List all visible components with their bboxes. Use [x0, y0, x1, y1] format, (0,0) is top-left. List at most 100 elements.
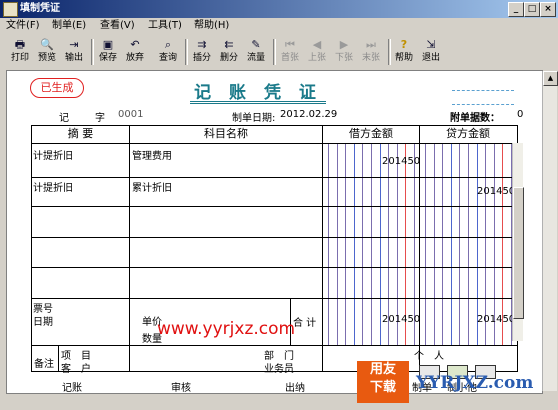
- row-divider: [32, 143, 517, 144]
- person-label: 个 人: [414, 351, 444, 362]
- last-voucher-button[interactable]: ⏭ 末张: [359, 37, 383, 67]
- delete-row-icon: ⇇: [224, 38, 234, 51]
- menu-tools[interactable]: 工具(T): [148, 19, 182, 33]
- first-icon: ⏮: [285, 38, 295, 51]
- last-icon: ⏭: [366, 38, 376, 51]
- pencil-icon: ✎: [251, 38, 261, 51]
- ruling-line: [450, 143, 452, 345]
- minimize-button[interactable]: _: [508, 2, 524, 17]
- row-divider: [32, 298, 517, 299]
- attach-label: 附单据数：: [450, 113, 500, 124]
- print-icon: 🖶: [14, 38, 26, 51]
- col-header-debit: 借方金额: [349, 127, 393, 140]
- delete-entry-button[interactable]: ⇇ 删分: [217, 37, 241, 67]
- voucher-date[interactable]: 2012.02.29: [280, 109, 337, 120]
- scroll-up-icon[interactable]: ▲: [543, 71, 558, 86]
- save-icon: ▣: [102, 38, 114, 51]
- toolbar-separator: [273, 39, 276, 65]
- next-icon: ▶: [339, 38, 349, 51]
- print-button[interactable]: 🖶 打印: [8, 37, 32, 67]
- entry-summary[interactable]: 计提折旧: [33, 147, 73, 162]
- preview-icon: 🔍: [40, 38, 54, 51]
- discard-button[interactable]: ↶ 放弃: [123, 37, 147, 67]
- status-badge: 已生成: [30, 78, 84, 98]
- customer-label: 客 户: [61, 364, 91, 375]
- row-divider: [32, 177, 517, 178]
- exit-button[interactable]: ⇲ 退出: [419, 37, 443, 67]
- row-divider: [32, 237, 517, 238]
- ruling-line: [433, 143, 435, 345]
- voucher-number[interactable]: 0001: [118, 109, 143, 120]
- voucher-title: 记 账 凭 证: [194, 83, 322, 103]
- menu-help[interactable]: 帮助(H): [194, 19, 229, 33]
- title-bar: 填制凭证 _ □ ×: [0, 0, 558, 18]
- date-label: 制单日期:: [232, 113, 276, 124]
- row-divider: [32, 345, 517, 346]
- header-dash: [452, 104, 514, 105]
- first-voucher-button[interactable]: ⏮ 首张: [278, 37, 302, 67]
- ruling-line: [442, 143, 444, 345]
- ruling-line: [345, 143, 347, 345]
- attach-count[interactable]: 0: [517, 109, 523, 120]
- close-button[interactable]: ×: [540, 2, 556, 17]
- sign-cashier: 出纳: [285, 383, 305, 394]
- remarks-label: 备注: [34, 359, 54, 370]
- prev-icon: ◀: [312, 38, 322, 51]
- voucher-type-field[interactable]: 记: [59, 109, 69, 124]
- ruling-line: [459, 143, 461, 345]
- toolbar-separator: [91, 39, 94, 65]
- toolbar-separator: [185, 39, 188, 65]
- save-button[interactable]: ▣ 保存: [96, 37, 120, 67]
- cash-flow-button[interactable]: ✎ 流量: [244, 37, 268, 67]
- col-header-credit: 贷方金额: [446, 127, 490, 140]
- entry-account[interactable]: 管理费用: [132, 147, 172, 162]
- exit-icon: ⇲: [426, 38, 436, 51]
- row-divider: [32, 206, 517, 207]
- maximize-button[interactable]: □: [524, 2, 540, 17]
- menu-view[interactable]: 查看(V): [100, 19, 135, 33]
- help-button[interactable]: ? 帮助: [392, 37, 416, 67]
- sign-review: 审核: [171, 383, 191, 394]
- ruling-line: [328, 143, 329, 345]
- title-underline: [190, 101, 326, 102]
- menu-file[interactable]: 文件(F): [6, 19, 40, 33]
- ruling-line: [353, 143, 355, 345]
- insert-entry-button[interactable]: ⇉ 插分: [190, 37, 214, 67]
- menu-bar: 文件(F) 制单(E) 查看(V) 工具(T) 帮助(H): [0, 18, 558, 34]
- grid-scrollbar[interactable]: [512, 143, 524, 341]
- entry-debit[interactable]: 201450: [382, 156, 420, 167]
- entry-credit[interactable]: 201450: [477, 186, 515, 197]
- binoculars-icon: ⌕: [164, 38, 172, 51]
- total-debit: 201450: [382, 314, 421, 325]
- entry-account[interactable]: 累计折旧: [132, 179, 172, 194]
- entry-summary[interactable]: 计提折旧: [33, 179, 73, 194]
- menu-voucher[interactable]: 制单(E): [52, 19, 86, 33]
- bill-date-label: 日期: [33, 317, 53, 328]
- export-icon: ⇥: [69, 38, 79, 51]
- logo: 用友 下载: [357, 361, 409, 403]
- undo-icon: ↶: [130, 38, 140, 51]
- title-underline: [190, 103, 326, 104]
- export-button[interactable]: ⇥ 输出: [62, 37, 86, 67]
- col-header-summary: 摘 要: [67, 127, 94, 140]
- col-divider: [129, 126, 130, 371]
- zi-label: 字: [95, 113, 105, 124]
- watermark: www.yyrjxz.com: [157, 319, 296, 339]
- col-divider: [58, 345, 59, 371]
- ruling-line: [336, 143, 338, 345]
- total-label: 合 计: [293, 318, 317, 329]
- next-voucher-button[interactable]: ▶ 下张: [332, 37, 356, 67]
- toolbar-separator: [388, 39, 391, 65]
- scroll-thumb[interactable]: [513, 187, 524, 319]
- ruling-line: [425, 143, 426, 345]
- ruling-line: [371, 143, 372, 345]
- ruling-line: [468, 143, 469, 345]
- prev-voucher-button[interactable]: ◀ 上张: [305, 37, 329, 67]
- outer-scrollbar[interactable]: ▲: [542, 71, 558, 391]
- header-dash: [452, 90, 514, 91]
- preview-button[interactable]: 🔍 预览: [35, 37, 59, 67]
- sign-bookkeeping: 记账: [62, 383, 82, 394]
- insert-row-icon: ⇉: [197, 38, 207, 51]
- query-button[interactable]: ⌕ 查询: [156, 37, 180, 67]
- help-icon: ?: [400, 38, 408, 51]
